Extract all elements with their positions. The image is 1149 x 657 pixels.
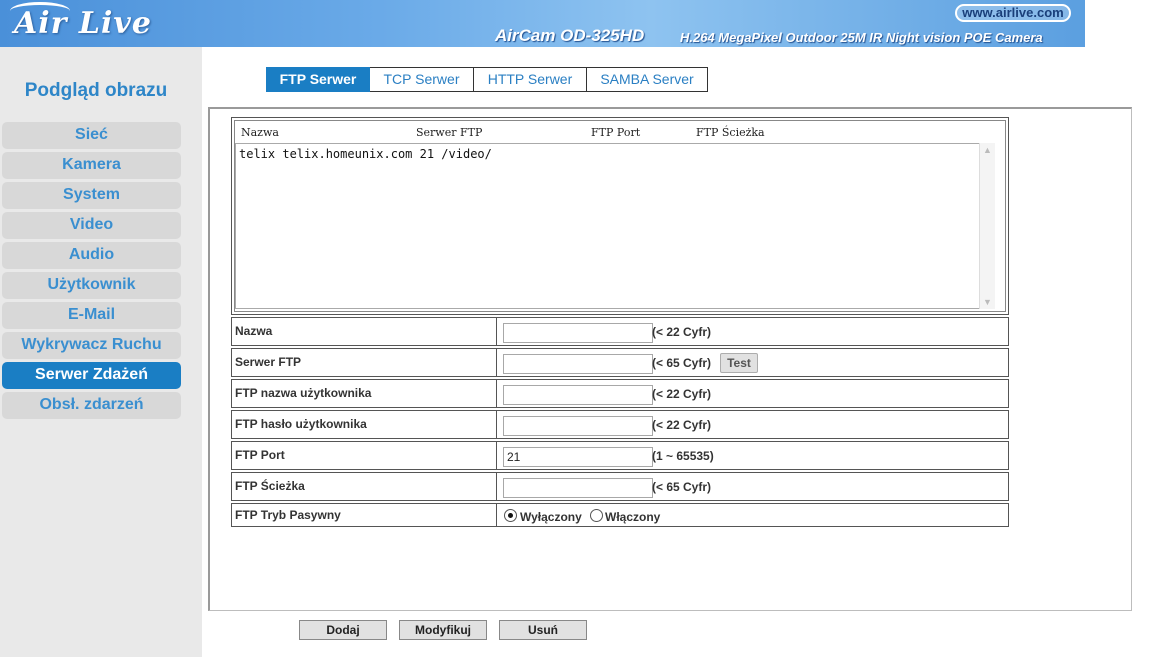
name-hint: (< 22 Cyfr)	[652, 325, 712, 339]
form-row-name: Nazwa (< 22 Cyfr)	[231, 317, 1009, 346]
sidebar-item-email[interactable]: E-Mail	[2, 302, 181, 329]
ftp-password-input[interactable]	[503, 416, 653, 436]
ftp-port-hint: (1 ~ 65535)	[652, 449, 714, 463]
sidebar-item-video[interactable]: Video	[2, 212, 181, 239]
column-ftp-path: FTP Ścieżka	[696, 126, 765, 139]
sidebar-item-event-server[interactable]: Serwer Zdażeń	[2, 362, 181, 389]
passive-on-label[interactable]: Włączony	[605, 510, 660, 524]
passive-on-radio[interactable]	[590, 509, 603, 522]
column-ftp-server: Serwer FTP	[416, 126, 483, 139]
ftp-user-input[interactable]	[503, 385, 653, 405]
ftp-server-input[interactable]	[503, 354, 653, 374]
name-value-cell: (< 22 Cyfr)	[496, 317, 1009, 346]
tab-samba-server[interactable]: SAMBA Server	[587, 67, 708, 92]
name-input[interactable]	[503, 323, 653, 343]
sidebar-item-camera[interactable]: Kamera	[2, 152, 181, 179]
tab-tcp-server[interactable]: TCP Serwer	[370, 67, 474, 92]
passive-mode-label: FTP Tryb Pasywny	[231, 503, 496, 527]
sidebar-title-preview[interactable]: Podgląd obrazu	[0, 80, 192, 102]
sidebar-item-audio[interactable]: Audio	[2, 242, 181, 269]
ftp-port-input[interactable]	[503, 447, 653, 467]
server-tabs: FTP Serwer TCP Serwer HTTP Serwer SAMBA …	[266, 67, 708, 92]
form-row-ftp-password: FTP hasło użytkownika (< 22 Cyfr)	[231, 410, 1009, 439]
column-name: Nazwa	[241, 126, 279, 139]
sidebar-item-motion-detection[interactable]: Wykrywacz Ruchu	[2, 332, 181, 359]
ftp-port-value-cell: (1 ~ 65535)	[496, 441, 1009, 470]
ftp-server-list: Nazwa Serwer FTP FTP Port FTP Ścieżka te…	[231, 117, 1009, 315]
delete-button[interactable]: Usuń	[499, 620, 587, 640]
form-row-ftp-server: Serwer FTP (< 65 Cyfr) Test	[231, 348, 1009, 377]
ftp-path-hint: (< 65 Cyfr)	[652, 480, 712, 494]
product-name: AirCam OD-325HD	[495, 26, 645, 45]
sidebar-item-system[interactable]: System	[2, 182, 181, 209]
form-row-ftp-path: FTP Ścieżka (< 65 Cyfr)	[231, 472, 1009, 501]
passive-off-radio[interactable]	[504, 509, 517, 522]
tab-ftp-server[interactable]: FTP Serwer	[266, 67, 370, 92]
ftp-password-label: FTP hasło użytkownika	[231, 410, 496, 439]
brand-logo: Air Live	[14, 6, 152, 41]
list-frame: Nazwa Serwer FTP FTP Port FTP Ścieżka te…	[234, 120, 1006, 312]
passive-mode-value-cell: Wyłączony Włączony	[496, 503, 1009, 527]
form-row-passive-mode: FTP Tryb Pasywny Wyłączony Włączony	[231, 503, 1009, 527]
ftp-user-value-cell: (< 22 Cyfr)	[496, 379, 1009, 408]
tab-http-server[interactable]: HTTP Serwer	[474, 67, 587, 92]
modify-button[interactable]: Modyfikuj	[399, 620, 487, 640]
ftp-port-label: FTP Port	[231, 441, 496, 470]
list-item[interactable]: telix telix.homeunix.com 21 /video/	[239, 147, 992, 161]
sidebar-item-network[interactable]: Sieć	[2, 122, 181, 149]
name-label: Nazwa	[231, 317, 496, 346]
ftp-path-label: FTP Ścieżka	[231, 472, 496, 501]
ftp-user-hint: (< 22 Cyfr)	[652, 387, 712, 401]
scroll-down-icon[interactable]: ▼	[983, 297, 992, 307]
sidebar-item-event-handling[interactable]: Obsł. zdarzeń	[2, 392, 181, 419]
sidebar-item-user[interactable]: Użytkownik	[2, 272, 181, 299]
product-description: H.264 MegaPixel Outdoor 25M IR Night vis…	[680, 30, 1043, 45]
ftp-password-value-cell: (< 22 Cyfr)	[496, 410, 1009, 439]
add-button[interactable]: Dodaj	[299, 620, 387, 640]
ftp-server-value-cell: (< 65 Cyfr) Test	[496, 348, 1009, 377]
passive-off-label[interactable]: Wyłączony	[520, 510, 582, 524]
list-scrollbar[interactable]: ▲ ▼	[979, 143, 995, 309]
list-header: Nazwa Serwer FTP FTP Port FTP Ścieżka	[235, 121, 1005, 143]
scroll-up-icon[interactable]: ▲	[983, 145, 992, 155]
ftp-user-label: FTP nazwa użytkownika	[231, 379, 496, 408]
header-banner: Air Live www.airlive.com AirCam OD-325HD…	[0, 0, 1085, 47]
ftp-server-hint: (< 65 Cyfr)	[652, 356, 712, 370]
test-button[interactable]: Test	[720, 353, 758, 373]
server-listbox[interactable]: telix telix.homeunix.com 21 /video/	[235, 143, 995, 309]
site-url[interactable]: www.airlive.com	[955, 4, 1071, 22]
ftp-password-hint: (< 22 Cyfr)	[652, 418, 712, 432]
ftp-path-input[interactable]	[503, 478, 653, 498]
ftp-server-label: Serwer FTP	[231, 348, 496, 377]
form-row-ftp-port: FTP Port (1 ~ 65535)	[231, 441, 1009, 470]
form-row-ftp-user: FTP nazwa użytkownika (< 22 Cyfr)	[231, 379, 1009, 408]
ftp-path-value-cell: (< 65 Cyfr)	[496, 472, 1009, 501]
column-ftp-port: FTP Port	[591, 126, 641, 139]
